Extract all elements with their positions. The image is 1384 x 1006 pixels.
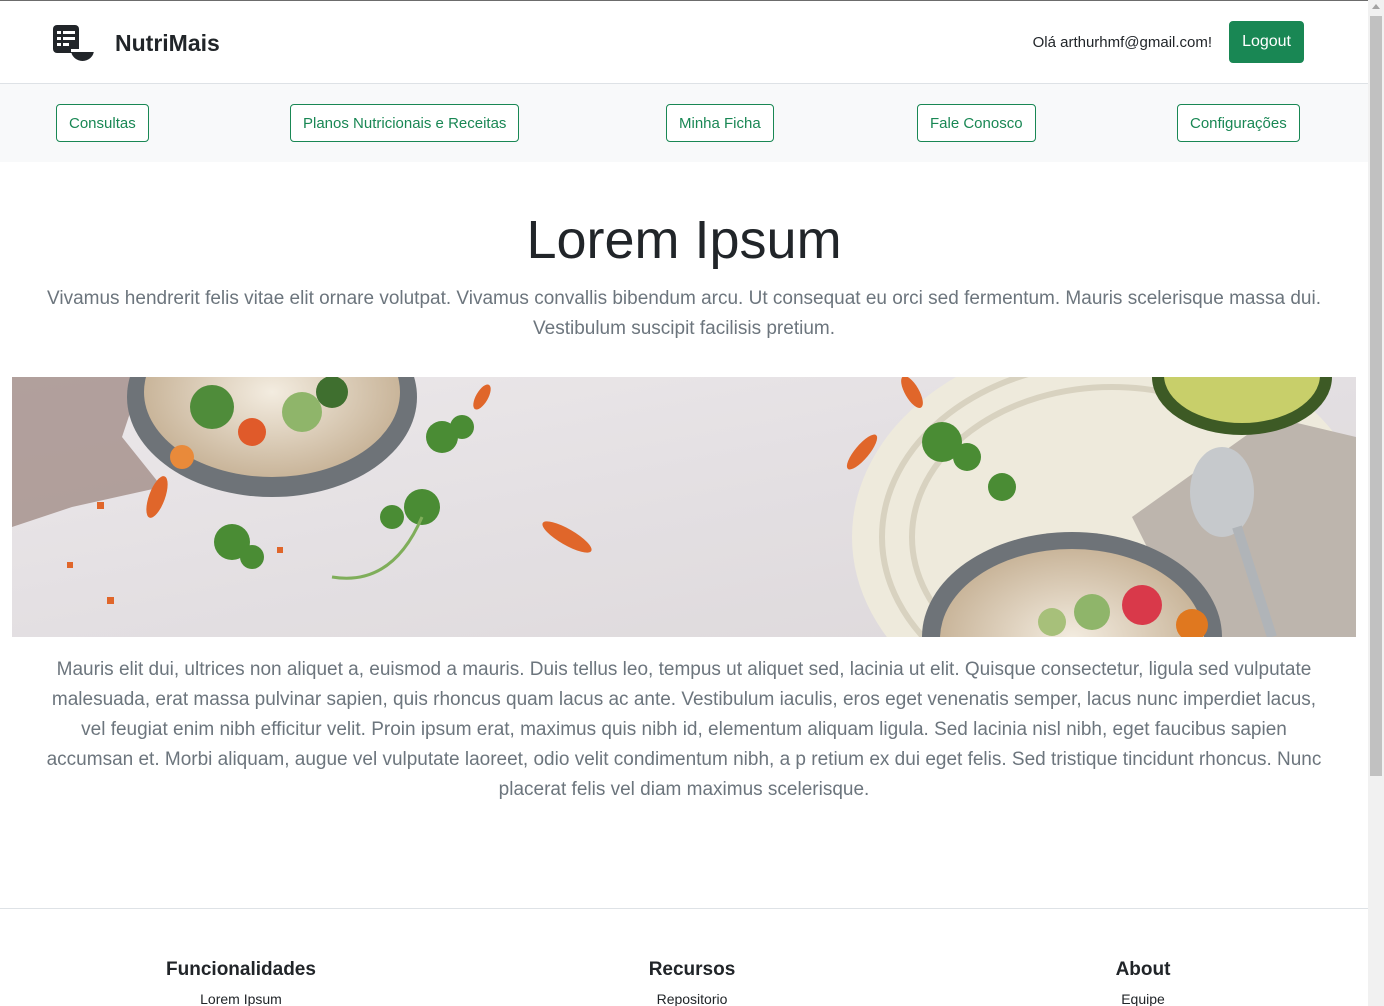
logout-button[interactable]: Logout [1229, 21, 1304, 63]
body-paragraph: Mauris elit dui, ultrices non aliquet a,… [46, 659, 1322, 800]
scrollbar-thumb[interactable] [1370, 16, 1382, 776]
footer-heading: Recursos [648, 959, 736, 980]
main-nav: Consultas Planos Nutricionais e Receitas… [0, 84, 1368, 162]
footer-link-repositorio[interactable]: Repositorio [617, 991, 767, 1006]
footer-link-lorem-ipsum[interactable]: Lorem Ipsum [141, 991, 341, 1006]
top-header: NutriMais Olá arthurhmf@gmail.com! Logou… [0, 1, 1368, 84]
food-banner-image [12, 377, 1356, 637]
nav-minha-ficha-button[interactable]: Minha Ficha [666, 104, 774, 142]
scroll-up-arrow-icon[interactable] [1372, 4, 1380, 9]
vertical-scrollbar[interactable] [1368, 0, 1384, 1006]
hero-title: Lorem Ipsum [526, 210, 842, 270]
page: NutriMais Olá arthurhmf@gmail.com! Logou… [0, 0, 1368, 1006]
nav-consultas-button[interactable]: Consultas [56, 104, 149, 142]
nav-configuracoes-button[interactable]: Configurações [1177, 104, 1300, 142]
footer-column-recursos: Recursos Repositorio [617, 959, 767, 1006]
nutrition-table-bowl-icon [53, 25, 94, 61]
footer-heading: Funcionalidades [166, 959, 316, 980]
hero-lead: Vivamus hendrerit felis vitae elit ornar… [47, 288, 1321, 339]
footer: Funcionalidades Lorem Ipsum Recursos Rep… [0, 908, 1368, 1006]
footer-heading: About [1115, 959, 1171, 980]
footer-link-equipe[interactable]: Equipe [1083, 991, 1203, 1006]
nav-fale-conosco-button[interactable]: Fale Conosco [917, 104, 1036, 142]
footer-column-about: About Equipe [1083, 959, 1203, 1006]
user-greeting: Olá arthurhmf@gmail.com! [1032, 33, 1213, 51]
footer-column-funcionalidades: Funcionalidades Lorem Ipsum [141, 959, 341, 1006]
user-area: Olá arthurhmf@gmail.com! Logout [1033, 21, 1304, 63]
nav-planos-button[interactable]: Planos Nutricionais e Receitas [290, 104, 520, 142]
brand-name: NutriMais [115, 29, 220, 56]
brand[interactable]: NutriMais [51, 23, 220, 63]
